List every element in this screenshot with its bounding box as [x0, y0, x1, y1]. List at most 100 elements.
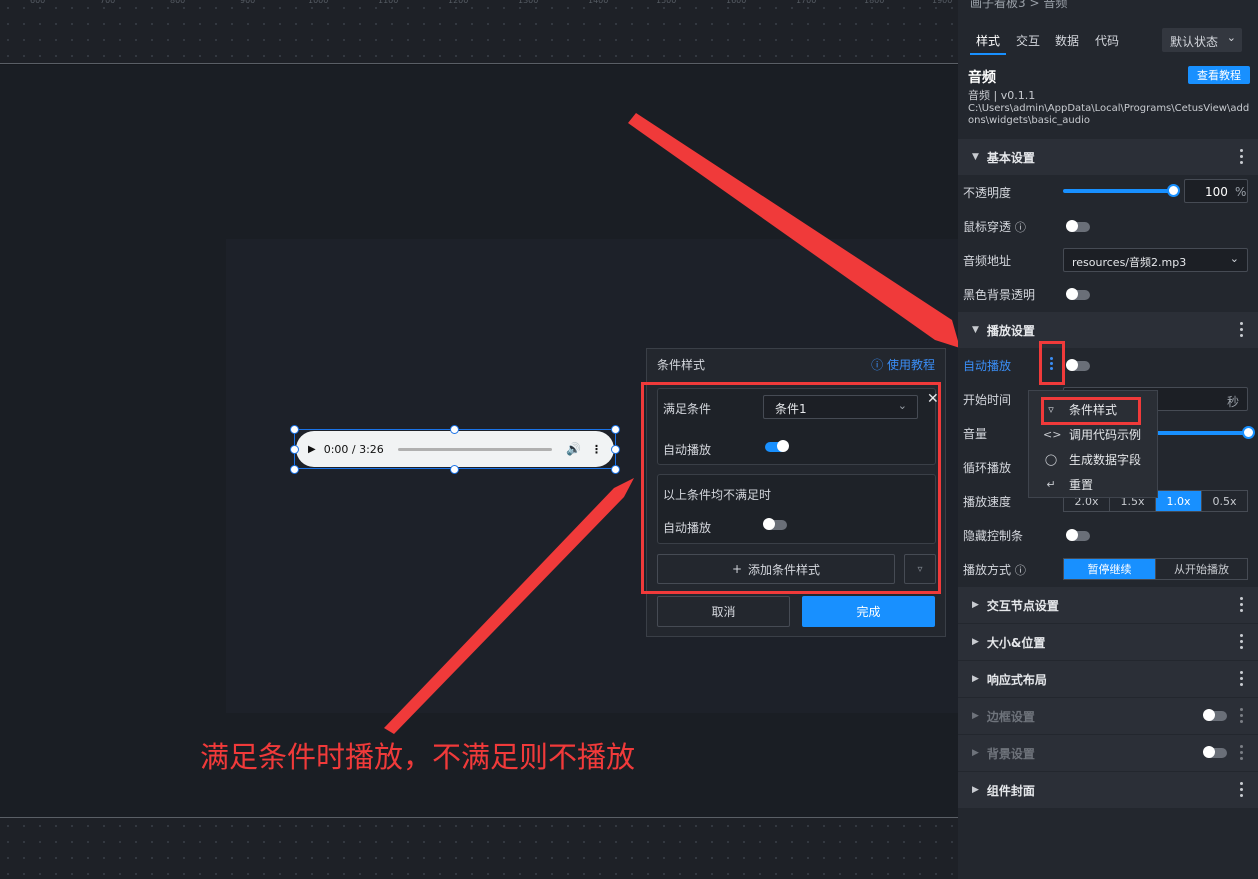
section-border[interactable]: ▶ 边框设置 — [958, 698, 1258, 734]
expand-icon: ▶ — [972, 785, 979, 795]
section-menu-icon[interactable] — [1240, 322, 1244, 340]
menu-item-generate-field[interactable]: ◯ 生成数据字段 — [1043, 451, 1141, 468]
section-menu-icon[interactable] — [1240, 708, 1244, 726]
section-menu-icon[interactable] — [1240, 634, 1244, 652]
filter-icon: ▿ — [1048, 403, 1054, 416]
tab-code[interactable]: 代码 — [1095, 32, 1119, 49]
start-time-label: 开始时间 — [963, 393, 1012, 407]
opacity-value: 100 — [1205, 185, 1228, 199]
state-select[interactable]: 默认状态 ⌄ — [1162, 28, 1242, 52]
play-mode-option[interactable]: 从开始播放 — [1156, 559, 1247, 579]
chevron-down-icon: ⌄ — [1229, 252, 1239, 265]
tutorial-button[interactable]: 查看教程 — [1188, 66, 1250, 84]
section-play-title: 播放设置 — [986, 323, 1035, 338]
expand-icon: ▶ — [972, 748, 979, 758]
component-version: 音频 | v0.1.1 — [968, 89, 1036, 102]
expand-icon: ▶ — [972, 711, 979, 721]
expand-icon: ▶ — [972, 637, 979, 647]
background-toggle[interactable] — [1203, 746, 1227, 758]
section-interaction-node[interactable]: ▶ 交互节点设置 — [958, 587, 1258, 623]
section-basic-title: 基本设置 — [986, 150, 1035, 165]
collapse-icon: ▼ — [972, 152, 979, 162]
section-menu-icon[interactable] — [1240, 149, 1244, 167]
component-name: 音频 — [968, 70, 996, 86]
hide-controls-label: 隐藏控制条 — [963, 529, 1024, 543]
play-mode-option-selected[interactable]: 暂停继续 — [1064, 559, 1156, 579]
section-menu-icon[interactable] — [1240, 745, 1244, 763]
opacity-slider-track — [1063, 189, 1173, 193]
autoplay-more-icon[interactable] — [1050, 357, 1053, 370]
annotation-text: 满足条件时播放，不满足则不播放 — [200, 740, 636, 774]
section-title: 背景设置 — [986, 746, 1035, 761]
menu-item-label: 生成数据字段 — [1069, 453, 1142, 467]
section-title: 交互节点设置 — [986, 598, 1059, 613]
opacity-input[interactable]: 100 % — [1184, 179, 1248, 203]
reset-icon: ↵ — [1046, 478, 1056, 491]
help-icon: ⓘ — [1014, 564, 1026, 577]
start-time-unit: 秒 — [1226, 395, 1239, 409]
speed-option[interactable]: 0.5x — [1202, 491, 1247, 511]
section-basic[interactable]: ▼ 基本设置 — [958, 139, 1258, 175]
black-bg-toggle[interactable] — [1066, 288, 1090, 300]
menu-item-reset[interactable]: ↵ 重置 — [1043, 476, 1093, 493]
tab-style[interactable]: 样式 — [976, 32, 1000, 49]
opacity-unit: % — [1235, 185, 1247, 199]
tab-interaction[interactable]: 交互 — [1016, 32, 1040, 49]
expand-icon: ▶ — [972, 674, 979, 684]
volume-label: 音量 — [963, 427, 988, 441]
section-menu-icon[interactable] — [1240, 671, 1244, 689]
mouse-through-toggle[interactable] — [1066, 220, 1090, 232]
menu-item-label: 条件样式 — [1069, 403, 1118, 417]
border-toggle[interactable] — [1203, 709, 1227, 721]
help-icon: ⓘ — [1014, 221, 1026, 234]
opacity-slider[interactable] — [1063, 184, 1180, 197]
autoplay-label: 自动播放 — [963, 359, 1012, 373]
play-mode-label-text: 播放方式 — [963, 563, 1012, 577]
section-cover[interactable]: ▶ 组件封面 — [958, 772, 1258, 808]
breadcrumb: 画子看板3 > 音频 — [970, 0, 1068, 10]
opacity-slider-knob[interactable] — [1167, 184, 1180, 197]
hide-controls-toggle[interactable] — [1066, 529, 1090, 541]
menu-item-label: 调用代码示例 — [1069, 428, 1142, 442]
speed-label: 播放速度 — [963, 495, 1012, 509]
section-menu-icon[interactable] — [1240, 597, 1244, 615]
context-menu: ▿ 条件样式 <> 调用代码示例 ◯ 生成数据字段 ↵ 重置 — [1028, 390, 1158, 498]
mouse-through-label-text: 鼠标穿透 — [963, 220, 1012, 234]
section-background[interactable]: ▶ 背景设置 — [958, 735, 1258, 771]
arrow-to-popup — [384, 478, 634, 734]
active-tab-indicator — [970, 53, 1006, 55]
tab-data[interactable]: 数据 — [1055, 32, 1079, 49]
loop-label: 循环播放 — [963, 461, 1012, 475]
menu-item-condition-style[interactable]: ▿ 条件样式 — [1043, 401, 1117, 418]
state-select-value: 默认状态 — [1170, 35, 1219, 49]
chevron-down-icon: ⌄ — [1226, 31, 1236, 44]
audio-url-value: resources/音频2.mp3 — [1072, 256, 1187, 269]
section-menu-icon[interactable] — [1240, 782, 1244, 800]
speed-option-selected[interactable]: 1.0x — [1156, 491, 1202, 511]
expand-icon: ▶ — [972, 600, 979, 610]
opacity-label: 不透明度 — [963, 186, 1012, 200]
section-size-position[interactable]: ▶ 大小&位置 — [958, 624, 1258, 660]
section-title: 组件封面 — [986, 783, 1035, 798]
mouse-through-label: 鼠标穿透 ⓘ — [963, 218, 1026, 235]
black-bg-label: 黑色背景透明 — [963, 288, 1036, 302]
code-icon: <> — [1043, 428, 1062, 441]
collapse-icon: ▼ — [972, 325, 979, 335]
section-title: 大小&位置 — [986, 635, 1046, 650]
play-mode-selector: 暂停继续 从开始播放 — [1063, 558, 1248, 580]
section-title: 响应式布局 — [986, 672, 1047, 687]
section-responsive[interactable]: ▶ 响应式布局 — [958, 661, 1258, 697]
audio-url-select[interactable]: resources/音频2.mp3 ⌄ — [1063, 248, 1248, 272]
database-icon: ◯ — [1044, 453, 1058, 466]
section-title: 边框设置 — [986, 709, 1035, 724]
volume-slider-knob[interactable] — [1242, 426, 1255, 439]
audio-url-label: 音频地址 — [963, 254, 1012, 268]
arrow-to-menu — [628, 113, 960, 348]
component-path: C:\Users\admin\AppData\Local\Programs\Ce… — [968, 103, 1250, 126]
section-play[interactable]: ▼ 播放设置 — [958, 312, 1258, 348]
play-mode-label: 播放方式 ⓘ — [963, 561, 1026, 578]
menu-item-code-example[interactable]: <> 调用代码示例 — [1043, 426, 1141, 443]
autoplay-toggle[interactable] — [1066, 359, 1090, 371]
panel-tabs: 样式 交互 数据 代码 默认状态 ⌄ — [958, 28, 1258, 55]
menu-item-label: 重置 — [1069, 478, 1094, 492]
